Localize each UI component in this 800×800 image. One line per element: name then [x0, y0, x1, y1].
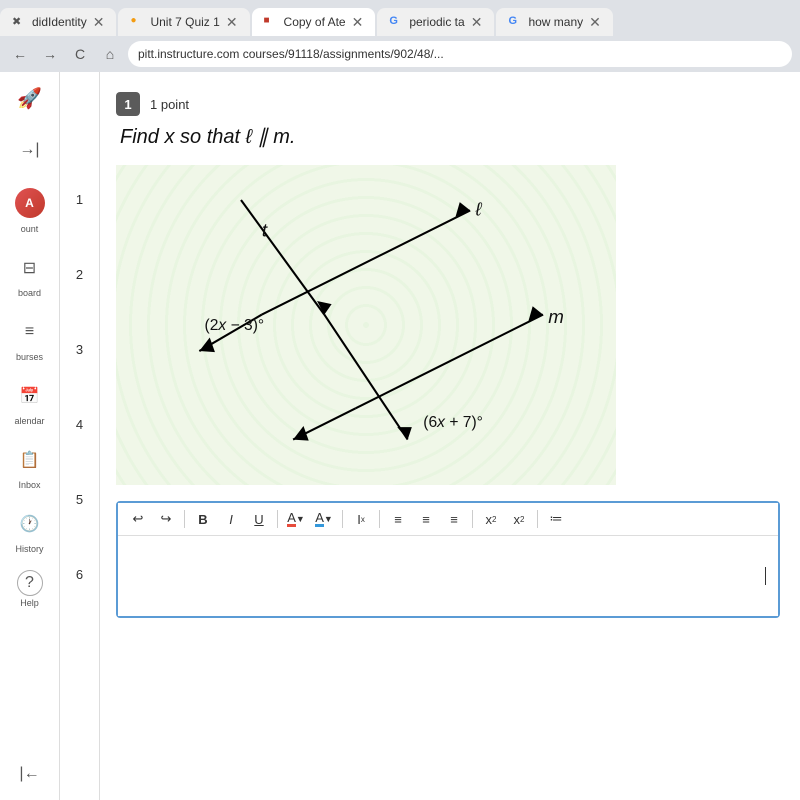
- align-center-button[interactable]: ≡: [414, 507, 438, 531]
- tab5-close[interactable]: ✕: [589, 14, 601, 31]
- tab-bar: ✖ didIdentity ✕ ● Unit 7 Quiz 1 ✕ ■ Copy…: [0, 0, 800, 36]
- dashboard-label: board: [18, 288, 41, 298]
- editor-toolbar: ↩ ↪ B I U A ▼ A ▼: [116, 501, 780, 618]
- bold-button[interactable]: B: [191, 507, 215, 531]
- undo-button[interactable]: ↩: [126, 507, 150, 531]
- tab2-label: Unit 7 Quiz 1: [150, 15, 219, 29]
- tab4-label: periodic ta: [409, 15, 464, 29]
- question-number-badge: 1: [116, 92, 140, 116]
- inbox-icon: 📋: [12, 442, 48, 478]
- cursor-indicator: [765, 567, 766, 585]
- number-5: 5: [76, 492, 83, 507]
- subscript-button[interactable]: x2: [507, 507, 531, 531]
- main-area: 🚀 →| A ount ⊟ board ≡ burses 📅 alendar 📋: [0, 72, 800, 800]
- question-points: 1 point: [150, 97, 189, 112]
- tab1-close[interactable]: ✕: [93, 14, 105, 31]
- number-4: 4: [76, 417, 83, 432]
- content-area: 1 1 point Find x so that ℓ ∥ m. t: [100, 72, 800, 800]
- tab5-favicon: G: [508, 15, 522, 29]
- divider-3: [342, 510, 343, 528]
- divider-5: [472, 510, 473, 528]
- sidebar-bottom-collapse[interactable]: |←: [12, 756, 48, 792]
- underline-button[interactable]: U: [247, 507, 271, 531]
- calendar-label: alendar: [14, 416, 44, 426]
- address-bar-row: ← → C ⌂ pitt.instructure.com courses/911…: [0, 36, 800, 72]
- tab-dididentity[interactable]: ✖ didIdentity ✕: [0, 8, 116, 36]
- nav-forward-button[interactable]: →: [38, 42, 62, 66]
- number-3: 3: [76, 342, 83, 357]
- list-button[interactable]: ≔: [544, 507, 568, 531]
- avatar: A: [15, 188, 45, 218]
- editor-body[interactable]: [118, 536, 778, 616]
- align-left-button[interactable]: ≡: [386, 507, 410, 531]
- tab1-favicon: ✖: [12, 15, 26, 29]
- nav-back-button[interactable]: ←: [8, 42, 32, 66]
- tab1-label: didIdentity: [32, 15, 87, 29]
- sidebar-item-calendar[interactable]: 📅 alendar: [12, 378, 48, 426]
- tab5-label: how many: [528, 15, 583, 29]
- sidebar-item-history[interactable]: 🕐 History: [12, 506, 48, 554]
- redo-button[interactable]: ↪: [154, 507, 178, 531]
- svg-text:(6x + 7)°: (6x + 7)°: [423, 414, 483, 431]
- divider-2: [277, 510, 278, 528]
- courses-label: burses: [16, 352, 43, 362]
- sidebar-item-help[interactable]: ? Help: [17, 570, 43, 608]
- tab3-favicon: ■: [264, 15, 278, 29]
- help-label: Help: [20, 598, 39, 608]
- tab3-close[interactable]: ✕: [352, 14, 364, 31]
- calendar-icon: 📅: [12, 378, 48, 414]
- inbox-label: Inbox: [18, 480, 40, 490]
- question-header: 1 1 point: [116, 92, 780, 116]
- dashboard-icon: ⊟: [12, 250, 48, 286]
- tab-unit7quiz[interactable]: ● Unit 7 Quiz 1 ✕: [118, 8, 249, 36]
- align-right-button[interactable]: ≡: [442, 507, 466, 531]
- address-text: pitt.instructure.com courses/91118/assig…: [138, 47, 444, 61]
- browser-chrome: ✖ didIdentity ✕ ● Unit 7 Quiz 1 ✕ ■ Copy…: [0, 0, 800, 72]
- svg-text:(2x − 3)°: (2x − 3)°: [205, 317, 265, 334]
- tab2-favicon: ●: [130, 15, 144, 29]
- highlight-button[interactable]: A ▼: [312, 507, 336, 531]
- sidebar-item-dashboard[interactable]: ⊟ board: [12, 250, 48, 298]
- address-bar[interactable]: pitt.instructure.com courses/91118/assig…: [128, 41, 792, 67]
- history-icon: 🕐: [12, 506, 48, 542]
- courses-icon: ≡: [12, 314, 48, 350]
- help-icon: ?: [17, 570, 43, 596]
- tab4-favicon: G: [389, 15, 403, 29]
- nav-refresh-button[interactable]: C: [68, 42, 92, 66]
- divider-1: [184, 510, 185, 528]
- sidebar-item-courses[interactable]: ≡ burses: [12, 314, 48, 362]
- history-label: History: [15, 544, 43, 554]
- sidebar-item-collapse[interactable]: →|: [12, 132, 48, 168]
- italic-button[interactable]: I: [219, 507, 243, 531]
- clear-format-button[interactable]: Ix: [349, 507, 373, 531]
- number-sidebar: 1 2 3 4 5 6: [60, 72, 100, 800]
- number-2: 2: [76, 267, 83, 282]
- account-label: ount: [21, 224, 39, 234]
- svg-text:t: t: [262, 219, 268, 240]
- sidebar-item-inbox[interactable]: 📋 Inbox: [12, 442, 48, 490]
- superscript-button[interactable]: x2: [479, 507, 503, 531]
- tab4-close[interactable]: ✕: [471, 14, 483, 31]
- toolbar-row: ↩ ↪ B I U A ▼ A ▼: [118, 503, 778, 536]
- tab-periodic[interactable]: G periodic ta ✕: [377, 8, 494, 36]
- canvas-sidebar: 🚀 →| A ount ⊟ board ≡ burses 📅 alendar 📋: [0, 72, 60, 800]
- divider-6: [537, 510, 538, 528]
- tab2-close[interactable]: ✕: [226, 14, 238, 31]
- number-6: 6: [76, 567, 83, 582]
- sidebar-item-account[interactable]: A ount: [15, 184, 45, 234]
- nav-home-button[interactable]: ⌂: [98, 42, 122, 66]
- tab-copyofate[interactable]: ■ Copy of Ate ✕: [252, 8, 376, 36]
- collapse-icon: →|: [12, 132, 48, 168]
- question-text: Find x so that ℓ ∥ m.: [120, 124, 780, 149]
- sidebar-item-rocket[interactable]: 🚀: [12, 80, 48, 116]
- rocket-icon: 🚀: [12, 80, 48, 116]
- tab3-label: Copy of Ate: [284, 15, 346, 29]
- svg-text:ℓ: ℓ: [474, 199, 482, 220]
- diagram-container: t ℓ m (2x − 3)° (6: [116, 165, 616, 485]
- number-1: 1: [76, 192, 83, 207]
- font-color-button[interactable]: A ▼: [284, 507, 308, 531]
- svg-text:m: m: [548, 306, 564, 327]
- tab-howmany[interactable]: G how many ✕: [496, 8, 612, 36]
- divider-4: [379, 510, 380, 528]
